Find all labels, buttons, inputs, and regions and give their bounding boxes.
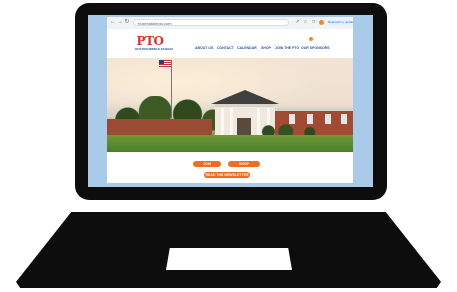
nav-our-sponsors[interactable]: OUR SPONSORS [301, 45, 330, 51]
laptop-lid: ← → ↻ hustmiddlepto.com ↗ ☆ □ Relaunch t… [75, 3, 387, 200]
logo-subtext: HUSTON MIDDLE SCHOOL [135, 47, 174, 51]
us-flag [159, 60, 171, 67]
pto-logo[interactable]: PTO HUSTON MIDDLE SCHOOL [135, 34, 174, 55]
reload-icon[interactable]: ↻ [124, 19, 130, 25]
column [221, 108, 224, 135]
laptop-illustration: ← → ↻ hustmiddlepto.com ↗ ☆ □ Relaunch t… [0, 0, 457, 292]
join-button[interactable]: JOIN [193, 161, 221, 167]
read-newsletter-button[interactable]: READ THE NEWSLETTER [204, 172, 250, 178]
nav-contact[interactable]: CONTACT [217, 45, 234, 51]
shrubs [257, 122, 353, 136]
share-icon[interactable]: ↗ [295, 20, 300, 25]
relaunch-update-button[interactable]: Relaunch to update [328, 19, 353, 26]
portico-roof [211, 90, 279, 104]
logo-text: PTO [136, 34, 164, 48]
laptop-screen: ← → ↻ hustmiddlepto.com ↗ ☆ □ Relaunch t… [88, 15, 373, 187]
nav-calendar[interactable]: CALENDAR [237, 45, 257, 51]
back-icon[interactable]: ← [110, 19, 116, 25]
address-bar[interactable]: hustmiddlepto.com [133, 19, 289, 26]
school-entrance [237, 118, 251, 135]
hero-school-photo [107, 58, 353, 152]
forward-icon[interactable]: → [117, 19, 123, 25]
site-header: PTO HUSTON MIDDLE SCHOOL ABOUT US CONTAC… [107, 29, 353, 59]
extensions-icon[interactable]: □ [311, 20, 316, 25]
nav-about-us[interactable]: ABOUT US [195, 45, 213, 51]
nav-join-the-pto[interactable]: JOIN THE PTO [275, 45, 299, 51]
lawn [107, 135, 353, 152]
school-building-left-wing [107, 119, 212, 135]
shop-button[interactable]: SHOP [228, 161, 260, 167]
cart-icon[interactable] [309, 37, 313, 41]
bookmark-star-icon[interactable]: ☆ [303, 20, 308, 25]
profile-avatar[interactable] [319, 20, 324, 25]
browser-window: ← → ↻ hustmiddlepto.com ↗ ☆ □ Relaunch t… [107, 17, 353, 183]
column [230, 108, 233, 135]
laptop-trackpad [166, 248, 292, 270]
nav-shop[interactable]: SHOP [261, 45, 271, 51]
